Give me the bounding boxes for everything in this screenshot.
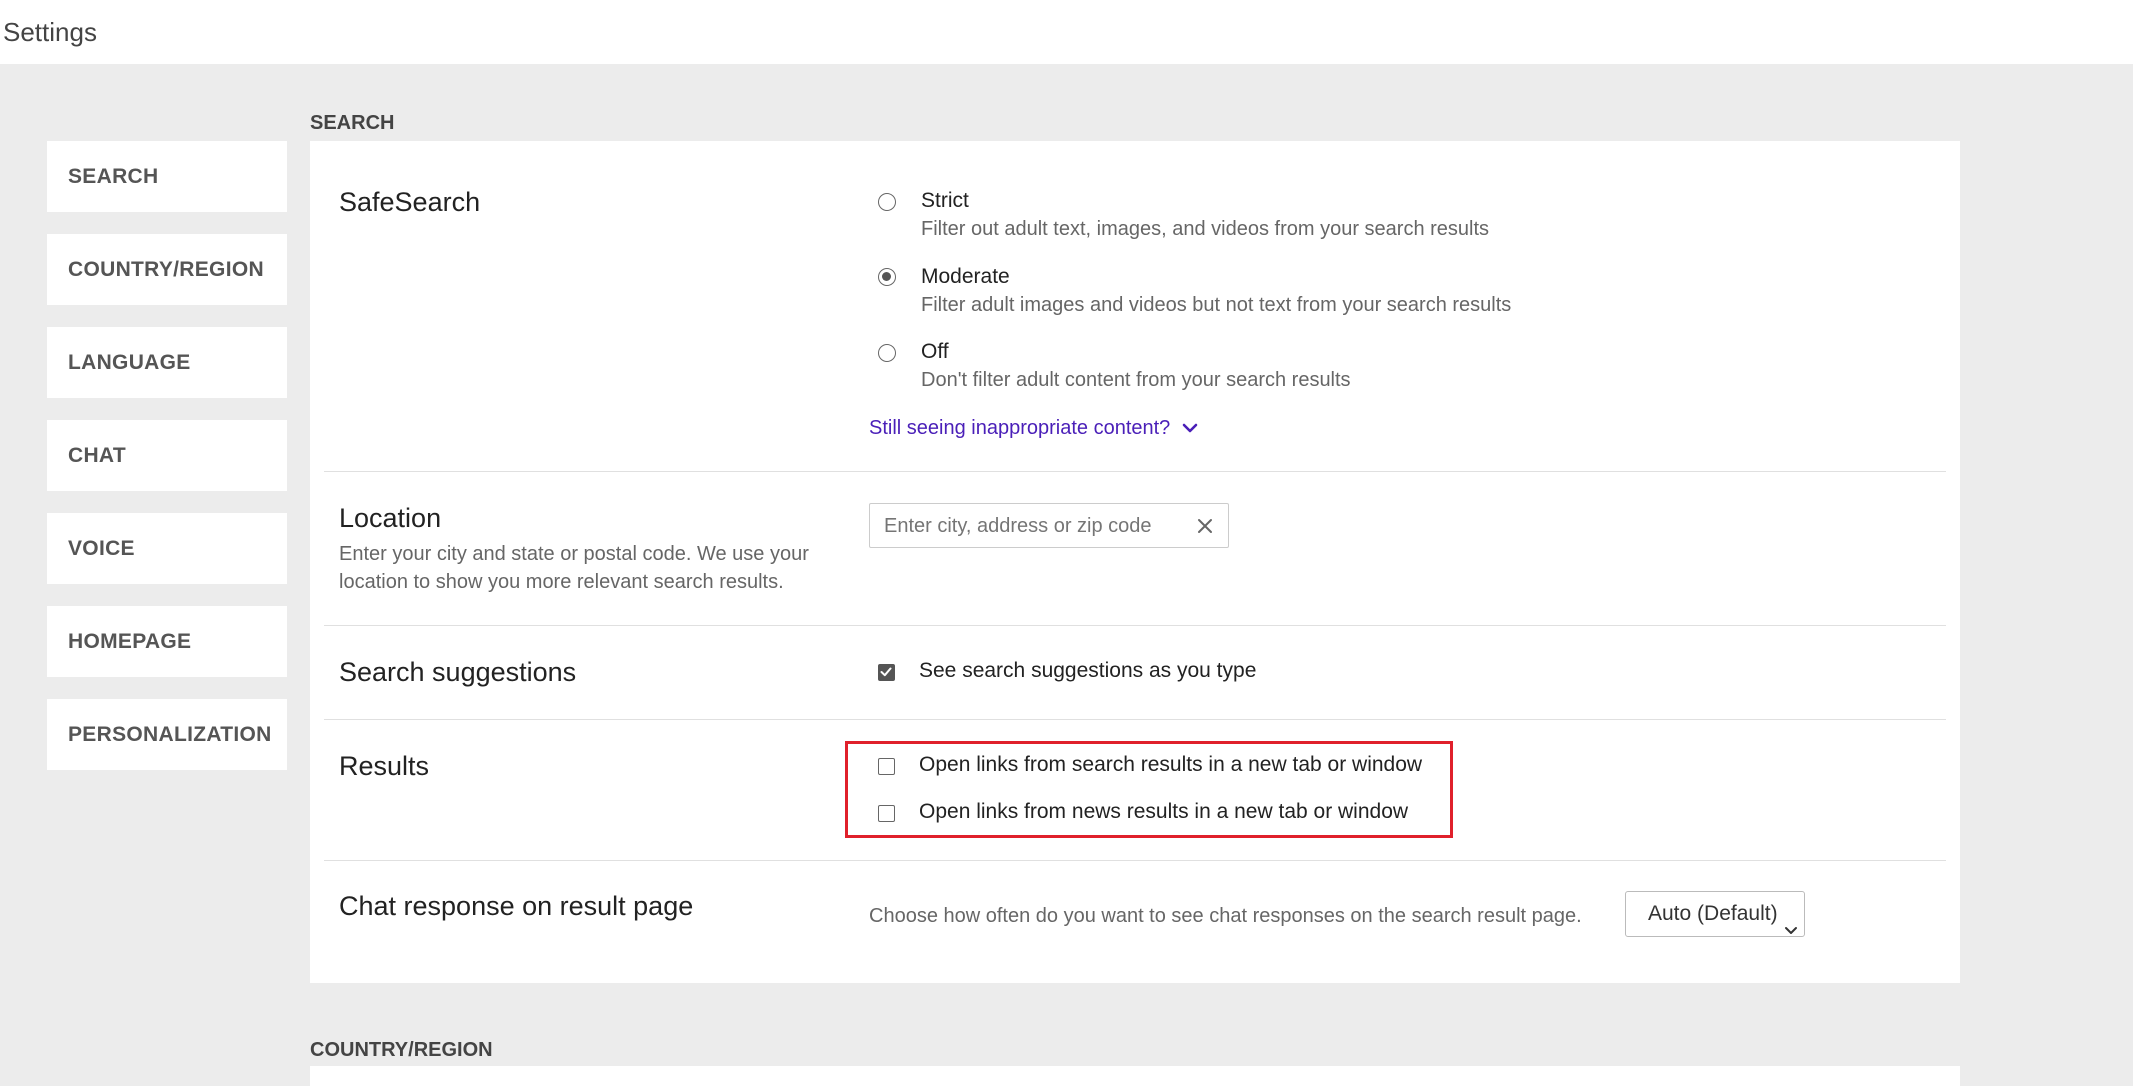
country-section-heading: COUNTRY/REGION — [310, 1039, 493, 1061]
nav-item-search[interactable]: SEARCH — [47, 141, 287, 212]
search-suggestions-checkbox-label: See search suggestions as you type — [919, 659, 1257, 682]
chat-response-label: Chat response on result page — [339, 891, 694, 921]
safesearch-off-title: Off — [921, 340, 949, 363]
chat-response-select[interactable]: Auto (Default) — [1625, 891, 1805, 937]
location-field — [869, 503, 1229, 549]
chat-response-description: Choose how often do you want to see chat… — [869, 905, 1582, 927]
search-suggestions-checkbox[interactable] — [878, 664, 895, 681]
search-section-heading: SEARCH — [310, 112, 395, 134]
nav-item-homepage[interactable]: HOMEPAGE — [47, 606, 287, 677]
location-input[interactable] — [882, 504, 1186, 549]
divider — [324, 860, 1946, 861]
nav-item-personalization[interactable]: PERSONALIZATION — [47, 699, 287, 770]
location-description: Enter your city and state or postal code… — [339, 543, 809, 593]
divider — [324, 471, 1946, 472]
safesearch-strict-radio[interactable] — [878, 193, 896, 211]
location-label: Location — [339, 503, 442, 533]
inappropriate-content-link[interactable]: Still seeing inappropriate content? — [869, 417, 1198, 440]
inappropriate-content-link-text: Still seeing inappropriate content? — [869, 417, 1171, 439]
safesearch-off-radio[interactable] — [878, 344, 896, 362]
search-suggestions-label: Search suggestions — [339, 657, 577, 687]
search-settings-panel: SafeSearch Strict Filter out adult text,… — [310, 141, 1960, 983]
close-icon[interactable] — [1196, 517, 1214, 535]
page-title: Settings — [3, 17, 97, 47]
open-search-results-new-tab-checkbox[interactable] — [878, 758, 895, 775]
country-settings-panel — [310, 1066, 1960, 1086]
checkmark-icon — [880, 667, 892, 677]
chat-response-select-value: Auto (Default) — [1648, 902, 1778, 925]
safesearch-strict-title: Strict — [921, 189, 969, 212]
chevron-down-icon — [1784, 908, 1798, 952]
safesearch-label: SafeSearch — [339, 187, 481, 217]
safesearch-moderate-title: Moderate — [921, 265, 1010, 288]
open-news-results-new-tab-checkbox[interactable] — [878, 805, 895, 822]
safesearch-moderate-radio[interactable] — [878, 268, 896, 286]
divider — [324, 719, 1946, 720]
results-label: Results — [339, 751, 430, 781]
nav-item-voice[interactable]: VOICE — [47, 513, 287, 584]
safesearch-moderate-description: Filter adult images and videos but not t… — [921, 294, 1512, 316]
nav-item-chat[interactable]: CHAT — [47, 420, 287, 491]
nav-item-country-region[interactable]: COUNTRY/REGION — [47, 234, 287, 305]
safesearch-strict-description: Filter out adult text, images, and video… — [921, 218, 1490, 240]
settings-nav: SEARCH COUNTRY/REGION LANGUAGE CHAT VOIC… — [47, 141, 287, 792]
safesearch-off-description: Don't filter adult content from your sea… — [921, 369, 1351, 391]
open-news-results-new-tab-label: Open links from news results in a new ta… — [919, 800, 1409, 823]
divider — [324, 625, 1946, 626]
open-search-results-new-tab-label: Open links from search results in a new … — [919, 753, 1423, 776]
top-bar: Settings — [0, 0, 2133, 64]
chevron-down-icon — [1182, 417, 1198, 440]
nav-item-language[interactable]: LANGUAGE — [47, 327, 287, 398]
